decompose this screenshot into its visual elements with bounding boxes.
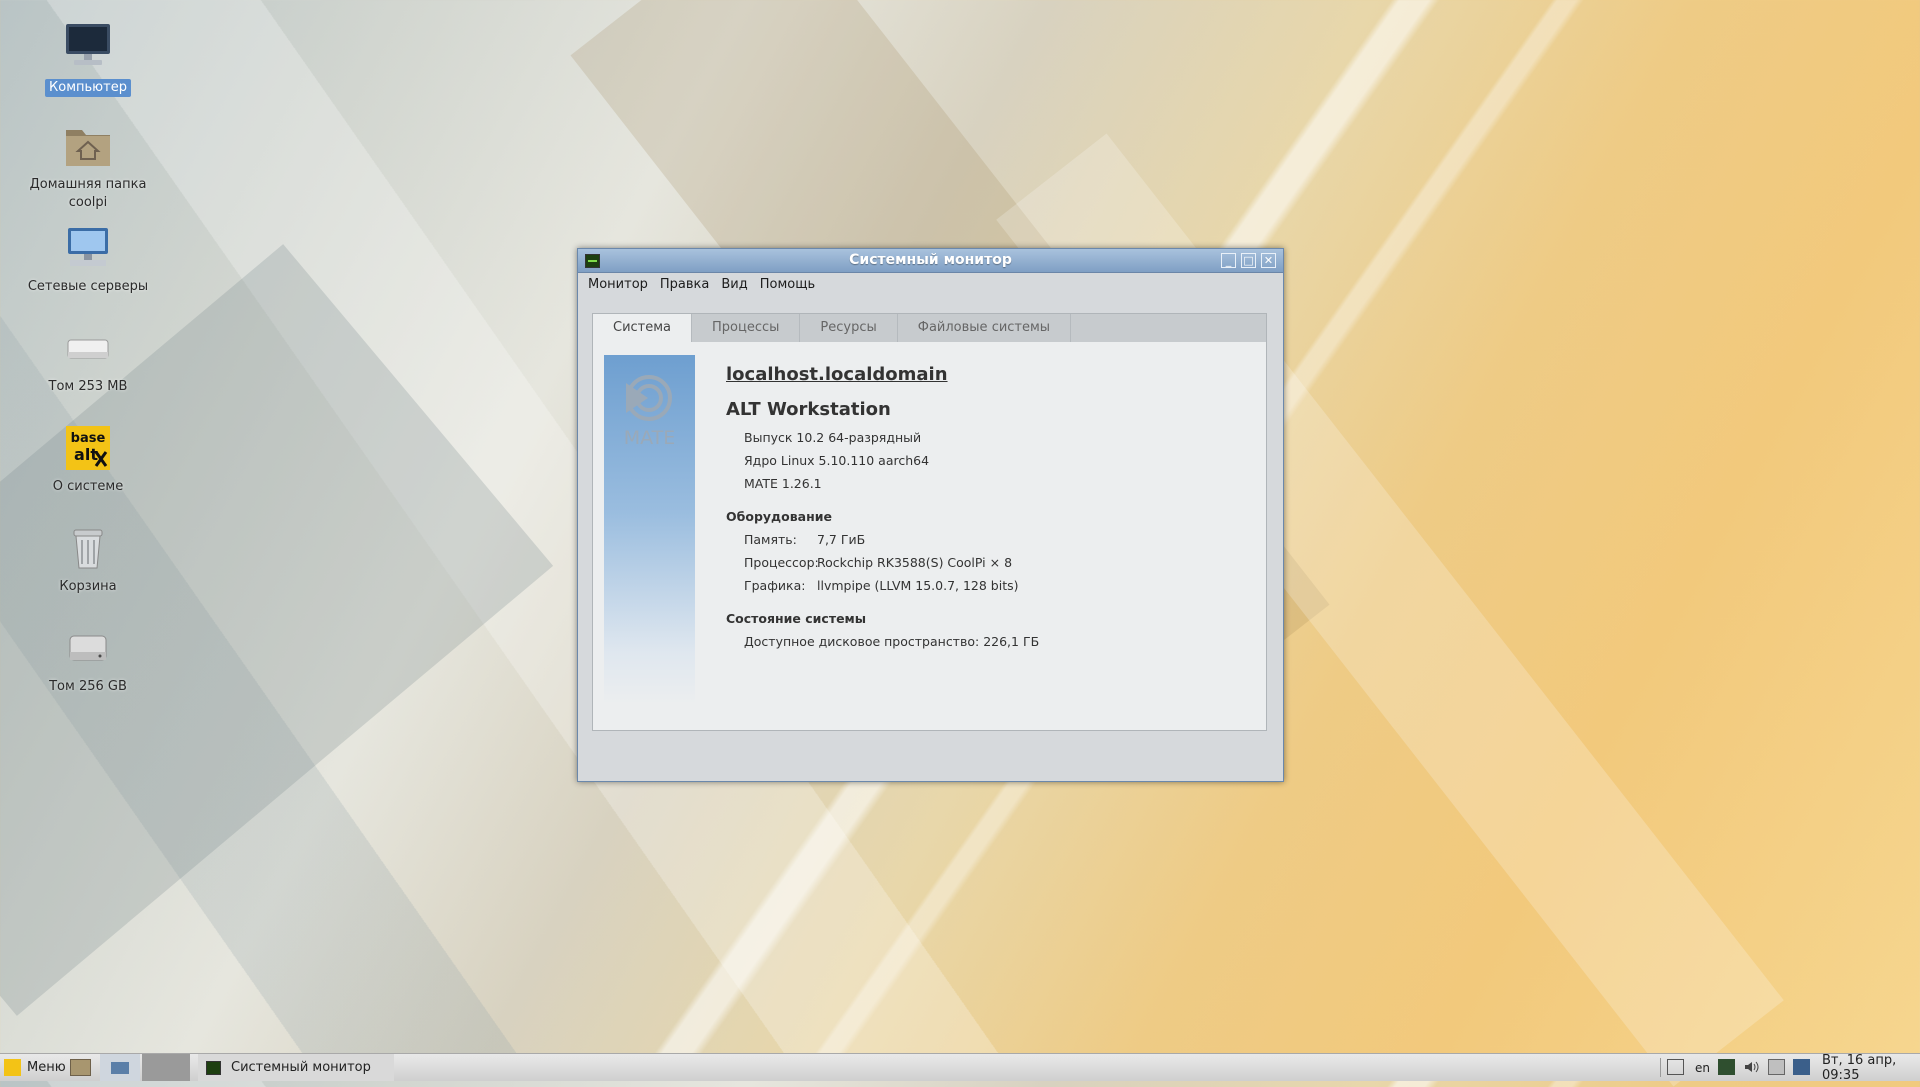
desktop-icon-sublabel: coolpi bbox=[68, 195, 108, 210]
cpu-label: Процессор: bbox=[744, 555, 819, 570]
workspace-window-preview bbox=[111, 1061, 129, 1074]
tabs-area: Система Процессы Ресурсы Файловые систем… bbox=[592, 313, 1267, 731]
close-button[interactable]: ✕ bbox=[1261, 253, 1276, 268]
file-manager-launcher[interactable] bbox=[70, 1054, 91, 1081]
system-tab-panel: MATE localhost.localdomain ALT Workstati… bbox=[592, 342, 1267, 731]
kernel-line: Ядро Linux 5.10.110 aarch64 bbox=[744, 453, 930, 468]
disk-label: Доступное дисковое пространство: bbox=[744, 634, 980, 649]
memory-row: Память: 7,7 ГиБ bbox=[744, 528, 1039, 551]
desktop-icon-label: Сетевые серверы bbox=[27, 279, 149, 294]
clock[interactable]: Вт, 16 апр, 09:35 bbox=[1822, 1053, 1920, 1083]
network-icon[interactable] bbox=[1793, 1059, 1810, 1075]
disk-value: 226,1 ГБ bbox=[983, 634, 1040, 649]
memory-label: Память: bbox=[744, 532, 797, 547]
gpu-row: Графика: llvmpipe (LLVM 15.0.7, 128 bits… bbox=[744, 574, 1039, 597]
window-titlebar[interactable]: Системный монитор _ □ ✕ bbox=[578, 249, 1283, 273]
home-folder-icon bbox=[62, 120, 114, 172]
main-menu-label: Меню bbox=[27, 1060, 66, 1075]
tray-separator bbox=[1660, 1058, 1661, 1077]
tab-filesystems[interactable]: Файловые системы bbox=[898, 314, 1072, 342]
taskbar-window-system-monitor[interactable]: Системный монитор bbox=[198, 1054, 394, 1081]
mate-version-line: MATE 1.26.1 bbox=[744, 476, 822, 491]
network-servers-icon bbox=[62, 222, 114, 274]
desktop-icon-network[interactable]: Сетевые серверы bbox=[24, 222, 152, 296]
desktop-icon-computer[interactable]: Компьютер bbox=[24, 20, 152, 97]
computer-icon bbox=[62, 20, 114, 72]
minimize-button[interactable]: _ bbox=[1221, 253, 1236, 268]
file-manager-icon bbox=[70, 1059, 91, 1076]
clipboard-icon[interactable] bbox=[1768, 1059, 1785, 1075]
system-monitor-window[interactable]: Системный монитор _ □ ✕ Монитор Правка В… bbox=[577, 248, 1284, 782]
basealt-logo-icon: base alt bbox=[62, 422, 114, 474]
menu-view[interactable]: Вид bbox=[715, 273, 753, 297]
menubar: Монитор Правка Вид Помощь bbox=[578, 273, 1283, 297]
desktop-icon-home[interactable]: Домашняя папка coolpi bbox=[24, 120, 152, 212]
system-status-heading: Состояние системы bbox=[726, 611, 867, 626]
taskbar-window-label: Системный монитор bbox=[231, 1060, 371, 1075]
taskbar: Меню Системный монитор en Вт, 16 апр, 09… bbox=[0, 1053, 1920, 1083]
distro-name: ALT Workstation bbox=[726, 399, 891, 420]
desktop-icon-trash[interactable]: Корзина bbox=[24, 522, 152, 596]
gpu-value: llvmpipe (LLVM 15.0.7, 128 bits) bbox=[817, 578, 1019, 593]
desktop-icon-label: Корзина bbox=[59, 579, 117, 594]
mate-banner-text: MATE bbox=[623, 427, 676, 449]
hostname[interactable]: localhost.localdomain bbox=[726, 364, 1039, 385]
desktop-icon-volume-253mb[interactable]: Том 253 MB bbox=[24, 322, 152, 396]
mate-logo-icon bbox=[624, 373, 674, 423]
desktop-icon-about[interactable]: base alt О системе bbox=[24, 422, 152, 496]
desktop-icon-volume-256gb[interactable]: Том 256 GB bbox=[24, 622, 152, 696]
cpu-row: Процессор: Rockchip RK3588(S) CoolPi × 8 bbox=[744, 551, 1039, 574]
desktop-icon-label: Компьютер bbox=[45, 79, 131, 97]
notification-icon[interactable] bbox=[1667, 1059, 1684, 1075]
system-monitor-applet-icon[interactable] bbox=[1718, 1059, 1735, 1075]
drive-icon bbox=[62, 622, 114, 674]
tab-processes[interactable]: Процессы bbox=[692, 314, 801, 342]
window-title: Системный монитор bbox=[849, 252, 1012, 268]
workspace-2[interactable] bbox=[142, 1054, 190, 1081]
tab-system[interactable]: Система bbox=[593, 314, 693, 342]
hardware-heading: Оборудование bbox=[726, 509, 832, 524]
keyboard-layout[interactable]: en bbox=[1695, 1054, 1710, 1081]
release-line: Выпуск 10.2 64-разрядный bbox=[744, 430, 922, 445]
drive-icon bbox=[62, 322, 114, 374]
maximize-button[interactable]: □ bbox=[1241, 253, 1256, 268]
system-monitor-task-icon bbox=[206, 1060, 221, 1075]
tab-bar: Система Процессы Ресурсы Файловые систем… bbox=[592, 313, 1267, 342]
cpu-value: Rockchip RK3588(S) CoolPi × 8 bbox=[817, 555, 1013, 570]
menu-help[interactable]: Помощь bbox=[754, 273, 821, 297]
desktop-icon-label: О системе bbox=[52, 479, 124, 494]
desktop-icon-label: Домашняя папка bbox=[29, 177, 147, 192]
trash-icon bbox=[62, 522, 114, 574]
tab-resources[interactable]: Ресурсы bbox=[800, 314, 898, 342]
volume-icon[interactable] bbox=[1743, 1059, 1760, 1075]
system-info: localhost.localdomain ALT Workstation Вы… bbox=[726, 364, 1039, 653]
menu-monitor[interactable]: Монитор bbox=[582, 273, 654, 297]
disk-row: Доступное дисковое пространство: 226,1 Г… bbox=[744, 630, 1039, 653]
main-menu-button[interactable]: Меню bbox=[4, 1054, 66, 1081]
desktop-icon-label: Том 256 GB bbox=[49, 679, 127, 694]
gpu-label: Графика: bbox=[744, 578, 806, 593]
side-banner: MATE bbox=[604, 355, 695, 705]
svg-text:base: base bbox=[71, 431, 106, 446]
menu-edit[interactable]: Правка bbox=[654, 273, 715, 297]
desktop-icon-label: Том 253 MB bbox=[48, 379, 128, 394]
memory-value: 7,7 ГиБ bbox=[817, 532, 866, 547]
menu-logo-icon bbox=[4, 1059, 21, 1076]
workspace-1[interactable] bbox=[100, 1054, 140, 1081]
svg-text:alt: alt bbox=[74, 445, 98, 464]
